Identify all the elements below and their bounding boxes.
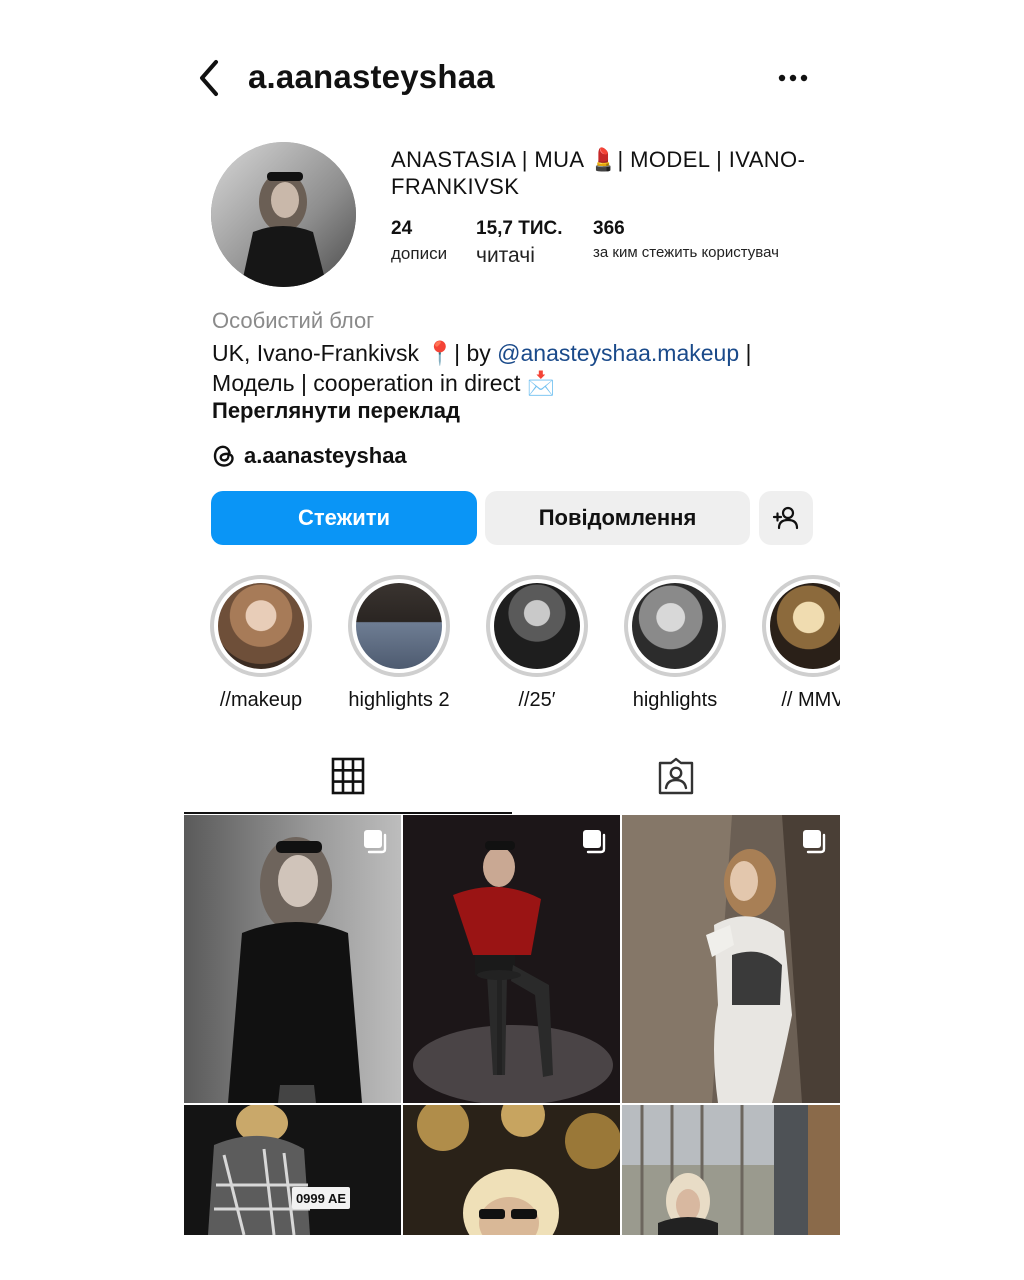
post-thumbnail[interactable]: 0999 AE <box>184 1103 401 1235</box>
see-translation-link[interactable]: Переглянути переклад <box>212 398 460 424</box>
profile-avatar[interactable] <box>211 142 356 287</box>
stat-following[interactable]: 366 за ким стежить користувач <box>593 218 779 261</box>
license-plate-text: 0999 AE <box>295 1190 347 1206</box>
multiple-posts-icon <box>364 830 387 854</box>
highlight-ring <box>348 575 450 677</box>
post-thumbnail[interactable] <box>622 1105 840 1235</box>
stat-followers-value: 15,7 ТИС. <box>476 218 563 239</box>
stat-posts-value: 24 <box>391 218 413 239</box>
highlight-cover <box>218 583 304 669</box>
threads-icon <box>213 445 234 467</box>
highlight-label: highlights 2 <box>348 689 450 711</box>
post-image <box>403 815 620 1105</box>
highlight-item[interactable]: // MMV <box>758 575 840 712</box>
post-image <box>622 1105 840 1235</box>
story-highlights[interactable]: //makeup highlights 2 //25′ highlights /… <box>184 570 840 720</box>
stat-followers-label: читачі <box>476 244 535 267</box>
highlight-label: //25′ <box>518 689 556 711</box>
avatar-photo <box>211 142 356 287</box>
follow-button[interactable]: Стежити <box>211 491 477 545</box>
highlight-cover <box>632 583 718 669</box>
multiple-posts-icon <box>583 830 606 854</box>
highlight-cover <box>770 583 840 669</box>
suggested-users-button[interactable] <box>759 491 813 545</box>
highlight-ring <box>762 575 840 677</box>
bio-location: UK, Ivano-Frankivsk 📍| by <box>212 340 498 366</box>
stat-posts: 24 дописи <box>391 218 447 264</box>
highlight-item[interactable]: //makeup <box>206 575 316 712</box>
post-image <box>184 815 401 1103</box>
posts-grid: 0999 AE <box>184 815 840 1235</box>
back-chevron-icon[interactable] <box>196 58 226 98</box>
bio-separator: | <box>739 340 752 366</box>
display-name: ANASTASIA | MUA 💄| MODEL | IVANO-FRANKIV… <box>391 147 806 199</box>
add-user-icon <box>772 506 799 530</box>
highlight-label: // MMV <box>781 689 840 711</box>
profile-username: a.aanasteyshaa <box>248 58 495 95</box>
highlight-cover <box>494 583 580 669</box>
grid-icon <box>331 757 365 795</box>
stat-posts-label: дописи <box>391 244 448 263</box>
post-thumbnail[interactable] <box>622 815 840 1103</box>
post-image <box>184 1103 401 1235</box>
more-options-icon[interactable] <box>776 66 810 90</box>
highlight-item[interactable]: //25′ <box>482 575 592 712</box>
highlight-cover <box>356 583 442 669</box>
highlight-item[interactable]: highlights <box>620 575 730 712</box>
bio-line-1: UK, Ivano-Frankivsk 📍| by @anasteyshaa.m… <box>212 338 812 368</box>
profile-bio: UK, Ivano-Frankivsk 📍| by @anasteyshaa.m… <box>212 338 812 398</box>
tagged-icon <box>658 757 694 795</box>
highlight-label: highlights <box>632 689 718 711</box>
post-thumbnail[interactable] <box>184 815 401 1103</box>
highlight-item[interactable]: highlights 2 <box>344 575 454 712</box>
bio-line-2: Модель | cooperation in direct 📩 <box>212 370 556 396</box>
stat-following-value: 366 <box>593 218 625 239</box>
post-image <box>622 815 840 1103</box>
highlight-ring <box>210 575 312 677</box>
post-thumbnail[interactable] <box>403 1093 621 1235</box>
stat-followers[interactable]: 15,7 ТИС. читачі <box>476 218 563 268</box>
stat-following-label: за ким стежить користувач <box>593 244 779 261</box>
profile-category: Особистий блог <box>212 308 375 333</box>
message-button[interactable]: Повідомлення <box>485 491 750 545</box>
post-image <box>403 1093 621 1235</box>
bio-mention-link[interactable]: @anasteyshaa.makeup <box>497 340 739 366</box>
threads-handle: a.aanasteyshaa <box>244 443 407 468</box>
highlight-ring <box>624 575 726 677</box>
post-thumbnail[interactable] <box>403 815 620 1105</box>
tab-tagged[interactable] <box>512 754 840 812</box>
highlight-ring <box>486 575 588 677</box>
multiple-posts-icon <box>803 830 826 854</box>
tab-posts-grid[interactable] <box>184 754 512 814</box>
threads-link[interactable]: a.aanasteyshaa <box>212 443 407 469</box>
highlight-label: //makeup <box>219 689 303 711</box>
